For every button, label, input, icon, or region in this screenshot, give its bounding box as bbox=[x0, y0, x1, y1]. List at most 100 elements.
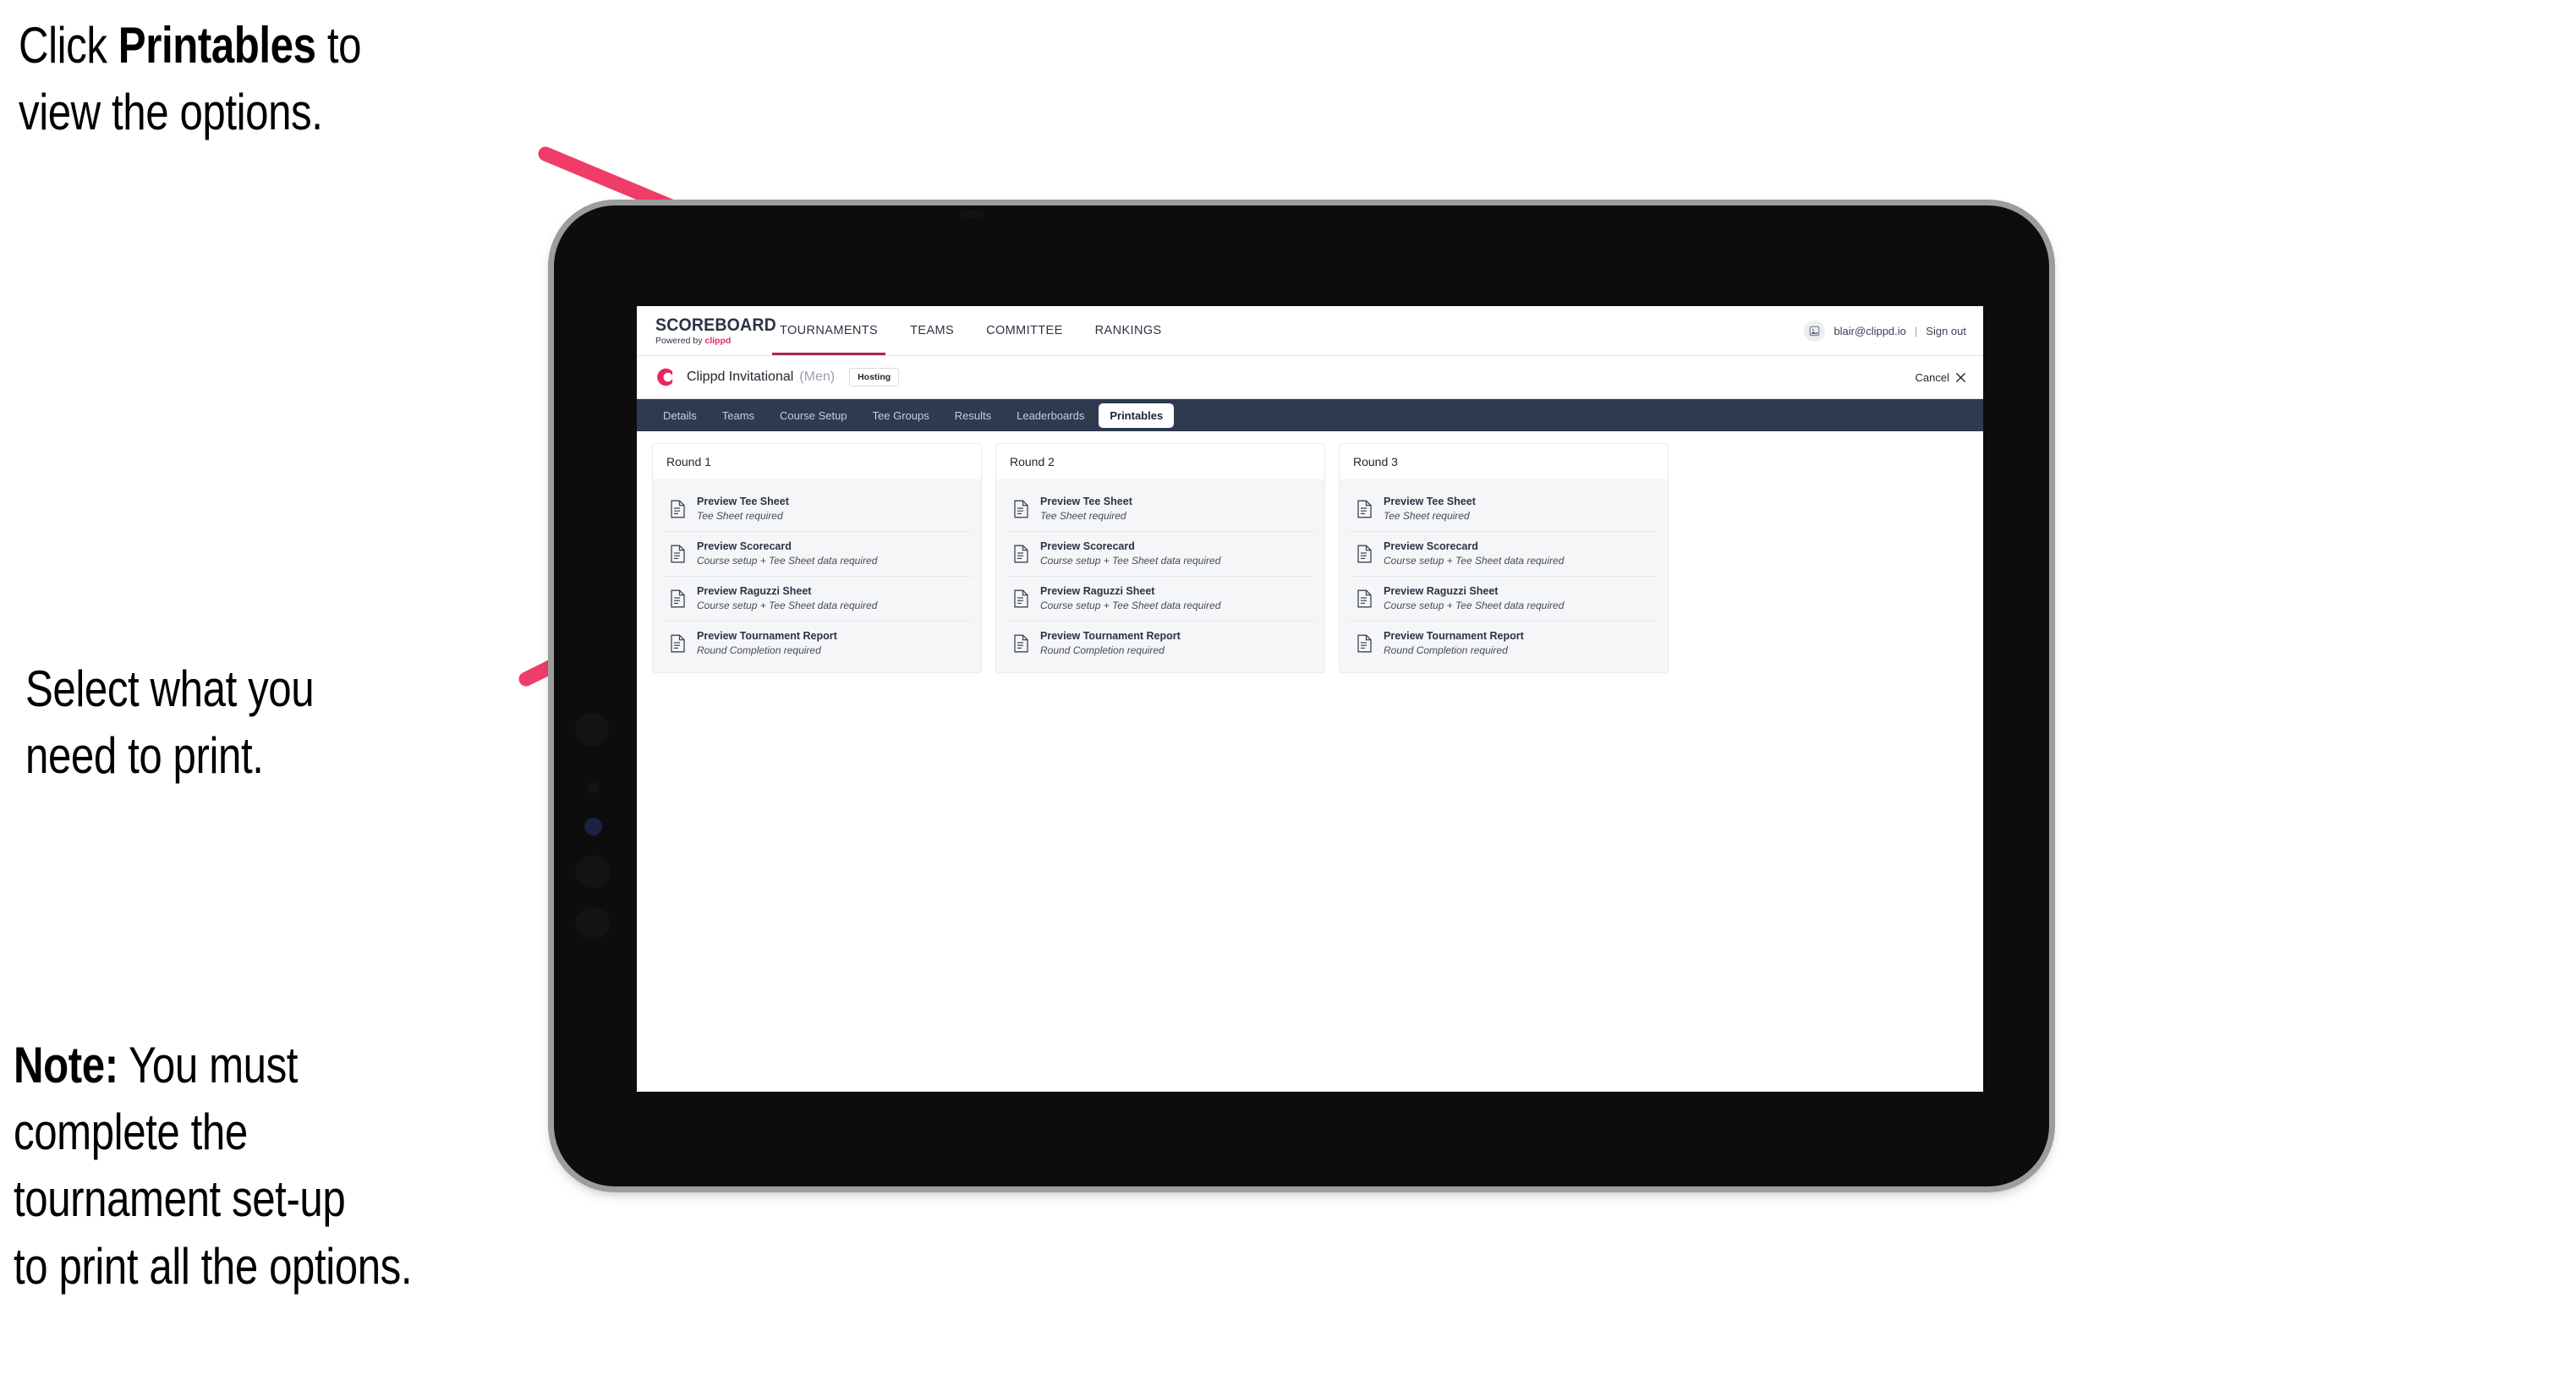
round-column-2: Round 2 Preview Tee Sheet Tee Sheet requ… bbox=[995, 443, 1325, 673]
cancel-label: Cancel bbox=[1915, 370, 1949, 384]
cancel-button[interactable]: Cancel bbox=[1916, 371, 1966, 384]
main-navigation: TOURNAMENTS TEAMS COMMITTEE RANKINGS bbox=[764, 306, 1178, 355]
tablet-screen: SCOREBOARD Powered by clippd TOURNAMENTS… bbox=[637, 306, 1983, 1092]
tab-details[interactable]: Details bbox=[652, 403, 708, 428]
printable-item-raguzzi-sheet[interactable]: Preview Raguzzi Sheet Course setup + Tee… bbox=[1005, 576, 1316, 622]
callout-click-bold: Printables bbox=[118, 17, 316, 74]
document-icon bbox=[1014, 634, 1028, 653]
printable-item-scorecard[interactable]: Preview Scorecard Course setup + Tee She… bbox=[1005, 531, 1316, 577]
printable-title: Preview Raguzzi Sheet bbox=[697, 584, 812, 597]
printable-requirement: Round Completion required bbox=[1384, 644, 1508, 656]
printable-requirement: Tee Sheet required bbox=[1040, 509, 1126, 522]
speaker-hole-icon bbox=[575, 856, 611, 888]
printable-item-tournament-report[interactable]: Preview Tournament Report Round Completi… bbox=[1348, 621, 1659, 666]
printable-title: Preview Scorecard bbox=[1384, 540, 1478, 552]
tablet-device-frame: SCOREBOARD Powered by clippd TOURNAMENTS… bbox=[554, 205, 2049, 1186]
avatar[interactable] bbox=[1804, 320, 1826, 342]
printable-title: Preview Tee Sheet bbox=[1384, 496, 1476, 507]
scoreboard-wordmark: SCOREBOARD bbox=[655, 315, 776, 335]
printable-title: Preview Tee Sheet bbox=[1040, 496, 1132, 507]
printable-title: Preview Tournament Report bbox=[697, 629, 837, 642]
round-column-3: Round 3 Preview Tee Sheet Tee Sheet requ… bbox=[1339, 443, 1669, 673]
printable-item-raguzzi-sheet[interactable]: Preview Raguzzi Sheet Course setup + Tee… bbox=[1348, 576, 1659, 622]
printable-requirement: Course setup + Tee Sheet data required bbox=[697, 554, 878, 567]
tournament-gender: (Men) bbox=[799, 370, 836, 384]
document-icon bbox=[1014, 589, 1028, 608]
printable-requirement: Tee Sheet required bbox=[697, 509, 783, 522]
document-icon bbox=[1357, 545, 1372, 563]
tab-course-setup[interactable]: Course Setup bbox=[769, 403, 858, 428]
nav-item-teams[interactable]: TEAMS bbox=[894, 306, 970, 355]
tab-teams[interactable]: Teams bbox=[711, 403, 765, 428]
camera-icon bbox=[960, 211, 984, 217]
document-icon bbox=[671, 500, 685, 518]
speaker-hole-icon bbox=[575, 713, 609, 747]
printable-item-tournament-report[interactable]: Preview Tournament Report Round Completi… bbox=[661, 621, 973, 666]
tab-printables[interactable]: Printables bbox=[1099, 403, 1175, 428]
document-icon bbox=[671, 589, 685, 608]
user-avatar-icon bbox=[1810, 326, 1820, 336]
printable-item-raguzzi-sheet[interactable]: Preview Raguzzi Sheet Course setup + Tee… bbox=[661, 576, 973, 622]
clippd-brand-text: clippd bbox=[704, 335, 732, 346]
printable-title: Preview Tee Sheet bbox=[697, 496, 789, 507]
printable-item-tee-sheet[interactable]: Preview Tee Sheet Tee Sheet required bbox=[661, 487, 973, 532]
printable-item-tournament-report[interactable]: Preview Tournament Report Round Completi… bbox=[1005, 621, 1316, 666]
microphone-hole-icon bbox=[588, 781, 600, 793]
document-icon bbox=[1357, 589, 1372, 608]
round-items: Preview Tee Sheet Tee Sheet required Pre… bbox=[996, 480, 1324, 672]
printable-title: Preview Raguzzi Sheet bbox=[1040, 584, 1155, 597]
round-column-1: Round 1 Preview Tee Sheet Tee Sheet requ… bbox=[652, 443, 982, 673]
tab-results[interactable]: Results bbox=[944, 403, 1002, 428]
nav-item-tournaments[interactable]: TOURNAMENTS bbox=[764, 306, 894, 355]
callout-select-print: Select what you need to print. bbox=[25, 660, 315, 785]
separator: | bbox=[1914, 324, 1918, 337]
document-icon bbox=[671, 634, 685, 653]
status-led-icon bbox=[584, 818, 602, 835]
user-email: blair@clippd.io bbox=[1833, 324, 1906, 337]
close-icon bbox=[1955, 372, 1966, 382]
callout-note-label: Note: bbox=[14, 1037, 118, 1093]
sign-out-link[interactable]: Sign out bbox=[1926, 325, 1966, 337]
printable-requirement: Course setup + Tee Sheet data required bbox=[1384, 554, 1565, 567]
document-icon bbox=[1357, 634, 1372, 653]
printable-title: Preview Tournament Report bbox=[1384, 629, 1524, 642]
printable-requirement: Tee Sheet required bbox=[1384, 509, 1470, 522]
nav-item-rankings[interactable]: RANKINGS bbox=[1079, 306, 1178, 355]
tournament-title: Clippd Invitational bbox=[687, 370, 794, 384]
callout-click-printables: Click Printables to view the options. bbox=[19, 12, 361, 145]
printable-item-tee-sheet[interactable]: Preview Tee Sheet Tee Sheet required bbox=[1348, 487, 1659, 532]
round-items: Preview Tee Sheet Tee Sheet required Pre… bbox=[1340, 480, 1668, 672]
document-icon bbox=[1357, 500, 1372, 518]
round-title: Round 1 bbox=[653, 444, 981, 480]
printable-requirement: Round Completion required bbox=[1040, 644, 1165, 656]
status-badge: Hosting bbox=[849, 367, 900, 387]
nav-item-committee[interactable]: COMMITTEE bbox=[970, 306, 1079, 355]
document-icon bbox=[671, 545, 685, 563]
round-title: Round 3 bbox=[1340, 444, 1668, 480]
speaker-hole-icon bbox=[575, 907, 611, 940]
document-icon bbox=[1014, 500, 1028, 518]
printable-item-scorecard[interactable]: Preview Scorecard Course setup + Tee She… bbox=[1348, 531, 1659, 577]
callout-click-pre: Click bbox=[19, 17, 118, 74]
document-icon bbox=[1014, 545, 1028, 563]
printable-title: Preview Scorecard bbox=[697, 540, 792, 552]
printable-requirement: Course setup + Tee Sheet data required bbox=[697, 599, 878, 611]
printable-requirement: Course setup + Tee Sheet data required bbox=[1384, 599, 1565, 611]
printable-item-tee-sheet[interactable]: Preview Tee Sheet Tee Sheet required bbox=[1005, 487, 1316, 532]
section-tabs: Details Teams Course Setup Tee Groups Re… bbox=[637, 399, 1983, 431]
tab-leaderboards[interactable]: Leaderboards bbox=[1006, 403, 1095, 428]
printable-title: Preview Scorecard bbox=[1040, 540, 1135, 552]
tab-tee-groups[interactable]: Tee Groups bbox=[862, 403, 940, 428]
account-area: blair@clippd.io | Sign out bbox=[1804, 306, 1983, 355]
clippd-c-logo-icon bbox=[654, 366, 676, 388]
printable-title: Preview Tournament Report bbox=[1040, 629, 1181, 642]
tournament-header: Clippd Invitational (Men) Hosting Cancel bbox=[637, 356, 1983, 399]
callout-note: Note: You must complete the tournament s… bbox=[14, 1032, 413, 1300]
round-items: Preview Tee Sheet Tee Sheet required Pre… bbox=[653, 480, 981, 672]
printable-title: Preview Raguzzi Sheet bbox=[1384, 584, 1499, 597]
printable-item-scorecard[interactable]: Preview Scorecard Course setup + Tee She… bbox=[661, 531, 973, 577]
round-title: Round 2 bbox=[996, 444, 1324, 480]
powered-by-clippd: Powered by clippd bbox=[655, 337, 740, 346]
printable-requirement: Course setup + Tee Sheet data required bbox=[1040, 599, 1221, 611]
scoreboard-logo[interactable]: SCOREBOARD Powered by clippd bbox=[637, 306, 776, 355]
